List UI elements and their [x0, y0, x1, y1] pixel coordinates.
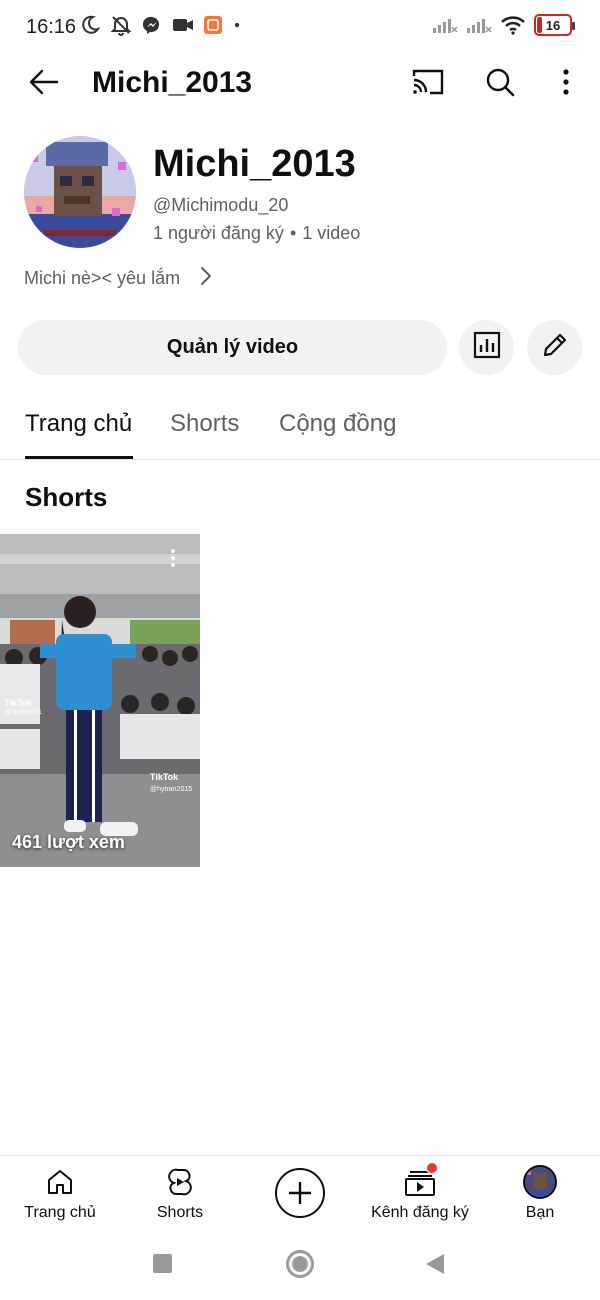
tab-shorts[interactable]: Shorts	[170, 410, 239, 438]
cast-button[interactable]	[408, 64, 448, 104]
home-icon	[46, 1166, 74, 1198]
status-icons-left	[80, 14, 242, 36]
nav-shorts[interactable]: Shorts	[120, 1156, 240, 1230]
analytics-icon	[473, 331, 501, 364]
channel-stats: 1 người đăng ký • 1 video	[153, 223, 360, 244]
profile-avatar-wrapper	[523, 1165, 557, 1199]
channel-name: Michi_2013	[153, 143, 356, 185]
tab-community[interactable]: Cộng đồng	[279, 410, 396, 438]
tiktok-watermark: TikTok	[150, 772, 179, 782]
channel-description[interactable]: Michi nè>< yêu lắm	[24, 266, 212, 291]
profile-avatar	[523, 1165, 557, 1199]
status-bar: 16:16 16	[0, 0, 600, 56]
top-app-bar: Michi_2013	[0, 56, 600, 112]
bell-off-icon	[110, 14, 132, 36]
back-button[interactable]	[24, 64, 64, 104]
short-thumbnail[interactable]: TikTok @skishack1 TikTok @hytran2015 461…	[0, 534, 200, 867]
nav-shorts-label: Shorts	[156, 1204, 204, 1221]
app-notification-icon	[204, 16, 222, 34]
bottom-navigation: Trang chủ Shorts Kênh đăng ký Bạn	[0, 1155, 600, 1229]
page-title: Michi_2013	[92, 66, 253, 99]
section-title-shorts: Shorts	[25, 482, 108, 512]
recent-apps-icon[interactable]	[153, 1254, 172, 1273]
shorts-icon	[166, 1166, 194, 1198]
status-icons-right: 16	[432, 14, 575, 36]
pencil-icon	[541, 331, 569, 364]
video-camera-icon	[172, 16, 194, 34]
notification-dot	[426, 1162, 438, 1174]
tab-home[interactable]: Trang chủ	[25, 410, 132, 438]
battery-icon: 16	[534, 14, 575, 36]
search-button[interactable]	[480, 64, 520, 104]
edit-channel-button[interactable]	[527, 320, 582, 375]
battery-level: 16	[545, 17, 561, 33]
signal-x-icon	[466, 15, 492, 35]
nav-subscriptions[interactable]: Kênh đăng ký	[360, 1156, 480, 1230]
system-home-icon[interactable]	[286, 1250, 314, 1278]
messenger-icon	[142, 15, 162, 35]
system-back-icon[interactable]	[426, 1254, 444, 1274]
back-arrow-icon	[29, 69, 59, 100]
analytics-button[interactable]	[459, 320, 514, 375]
video-count: 1 video	[302, 223, 361, 243]
wifi-icon	[500, 15, 526, 35]
channel-handle: @Michimodu_20	[153, 195, 289, 215]
nav-you[interactable]: Bạn	[480, 1156, 600, 1230]
more-options-button[interactable]	[548, 64, 584, 104]
tiktok-watermark-handle: @hytran2015	[150, 786, 193, 793]
short-view-count: 461 lượt xem	[12, 832, 125, 852]
chevron-right-icon	[200, 266, 212, 291]
tiktok-watermark-handle: @skishack1	[4, 709, 42, 716]
nav-home[interactable]: Trang chủ	[0, 1156, 120, 1230]
status-time: 16:16	[26, 16, 77, 38]
stats-separator: •	[289, 223, 297, 243]
search-icon	[485, 67, 515, 102]
nav-you-label: Bạn	[525, 1204, 555, 1221]
channel-avatar[interactable]	[24, 136, 136, 248]
tiktok-watermark: TikTok	[4, 698, 33, 708]
channel-tabs: Trang chủ Shorts Cộng đồng	[0, 390, 600, 460]
more-vertical-icon	[562, 68, 570, 100]
cast-icon	[412, 68, 444, 101]
manage-videos-button[interactable]: Quản lý video	[18, 320, 447, 375]
create-plus-icon	[275, 1168, 325, 1218]
active-tab-indicator	[25, 456, 133, 459]
nav-subscriptions-label: Kênh đăng ký	[371, 1204, 469, 1221]
short-more-button[interactable]	[170, 548, 190, 572]
nav-home-label: Trang chủ	[24, 1204, 96, 1221]
signal-x-icon	[432, 15, 458, 35]
nav-create[interactable]	[240, 1156, 360, 1230]
system-navigation-bar	[0, 1230, 600, 1300]
dot-icon	[232, 20, 242, 30]
moon-icon	[80, 15, 100, 35]
channel-description-text: Michi nè>< yêu lắm	[24, 268, 181, 288]
subscriber-count: 1 người đăng ký	[153, 223, 284, 243]
